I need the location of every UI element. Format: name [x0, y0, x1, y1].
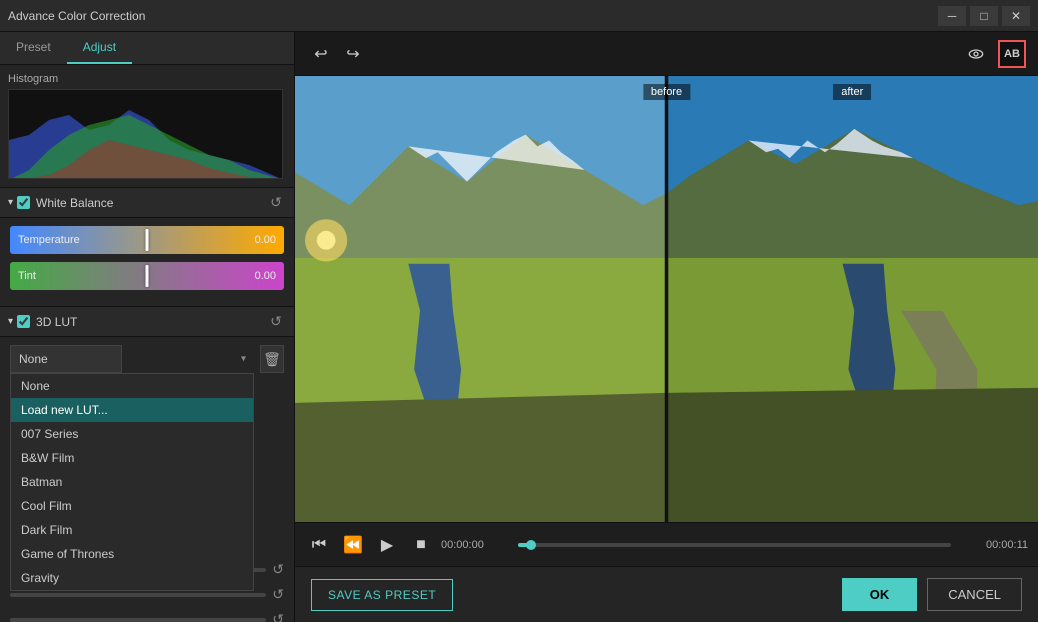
extra-reset-1[interactable]: ↺ — [272, 561, 284, 578]
menu-item-cool[interactable]: Cool Film — [11, 494, 253, 518]
white-balance-header: ▾ White Balance ↺ — [0, 187, 294, 218]
extra-reset-3[interactable]: ↺ — [272, 611, 284, 622]
after-label: after — [833, 84, 871, 100]
histogram-section: Histogram — [0, 65, 294, 187]
slider-container: Temperature 0.00 Tint 0.00 — [0, 218, 294, 306]
lut-section: None Load new LUT... 007 Series B&W Film… — [0, 337, 294, 381]
video-preview: before after — [295, 76, 1038, 522]
menu-item-dark[interactable]: Dark Film — [11, 518, 253, 542]
cancel-button[interactable]: CANCEL — [927, 578, 1022, 611]
menu-item-007[interactable]: 007 Series — [11, 422, 253, 446]
titlebar: Advance Color Correction ─ □ ✕ — [0, 0, 1038, 32]
eye-button[interactable] — [962, 40, 990, 68]
tint-track[interactable] — [10, 262, 284, 290]
maximize-button[interactable]: □ — [970, 6, 998, 26]
tint-thumb[interactable] — [146, 265, 149, 287]
menu-item-none[interactable]: None — [11, 374, 253, 398]
transport-bar: ⏮ ⏪ ▶ ■ 00:00:00 00:00:11 — [295, 522, 1038, 566]
time-start: 00:00:00 — [441, 539, 506, 551]
minimize-button[interactable]: ─ — [938, 6, 966, 26]
main-layout: Preset Adjust Histogram ▾ White Balance — [0, 32, 1038, 622]
play-button[interactable]: ▶ — [373, 531, 401, 559]
lut-dropdown[interactable]: None Load new LUT... 007 Series B&W Film… — [10, 345, 122, 373]
white-balance-checkbox[interactable] — [17, 196, 30, 209]
tab-adjust[interactable]: Adjust — [67, 32, 132, 64]
action-buttons-group: OK CANCEL — [842, 578, 1022, 611]
extra-reset-2[interactable]: ↺ — [272, 586, 284, 603]
skip-back-button[interactable]: ⏮ — [305, 531, 333, 559]
preview-toolbar: ↩ ↪ AB — [295, 32, 1038, 76]
time-end: 00:00:11 — [963, 539, 1028, 551]
tint-slider-row[interactable]: Tint 0.00 — [10, 262, 284, 290]
eye-icon — [968, 46, 984, 62]
menu-item-load[interactable]: Load new LUT... — [11, 398, 253, 422]
undo-redo-group: ↩ ↪ — [307, 40, 367, 68]
menu-item-bw[interactable]: B&W Film — [11, 446, 253, 470]
temperature-track[interactable] — [10, 226, 284, 254]
progress-bar[interactable] — [518, 543, 951, 547]
preview-svg — [295, 76, 1038, 522]
ok-button[interactable]: OK — [842, 578, 918, 611]
action-bar: SAVE AS PRESET OK CANCEL — [295, 566, 1038, 622]
tab-preset[interactable]: Preset — [0, 32, 67, 64]
lut-dropdown-row: None Load new LUT... 007 Series B&W Film… — [10, 345, 284, 373]
stop-button[interactable]: ■ — [407, 531, 435, 559]
undo-button[interactable]: ↩ — [307, 40, 335, 68]
histogram-label: Histogram — [8, 73, 286, 85]
dropdown-arrow-icon: ▾ — [241, 354, 246, 365]
close-button[interactable]: ✕ — [1002, 6, 1030, 26]
menu-item-gravity[interactable]: Gravity — [11, 566, 253, 590]
white-balance-title: White Balance — [36, 196, 266, 210]
tabs: Preset Adjust — [0, 32, 294, 65]
menu-item-batman[interactable]: Batman — [11, 470, 253, 494]
temperature-slider-row[interactable]: Temperature 0.00 — [10, 226, 284, 254]
before-label: before — [643, 84, 690, 100]
lut-chevron[interactable]: ▾ — [8, 316, 13, 327]
lut-dropdown-menu: None Load new LUT... 007 Series B&W Film… — [10, 373, 254, 591]
save-preset-button[interactable]: SAVE AS PRESET — [311, 579, 453, 611]
window-controls: ─ □ ✕ — [938, 6, 1030, 26]
white-balance-chevron[interactable]: ▾ — [8, 197, 13, 208]
white-balance-reset-icon[interactable]: ↺ — [266, 194, 286, 211]
progress-thumb[interactable] — [526, 540, 536, 550]
left-panel: Preset Adjust Histogram ▾ White Balance — [0, 32, 295, 622]
histogram-chart — [9, 90, 283, 179]
redo-button[interactable]: ↪ — [339, 40, 367, 68]
right-panel: ↩ ↪ AB — [295, 32, 1038, 622]
extra-track-2 — [10, 593, 266, 597]
app-title: Advance Color Correction — [8, 9, 938, 23]
step-back-button[interactable]: ⏪ — [339, 531, 367, 559]
lut-header: ▾ 3D LUT ↺ — [0, 306, 294, 337]
lut-checkbox[interactable] — [17, 315, 30, 328]
extra-track-3 — [10, 618, 266, 622]
ab-button[interactable]: AB — [998, 40, 1026, 68]
lut-reset-icon[interactable]: ↺ — [266, 313, 286, 330]
menu-item-got[interactable]: Game of Thrones — [11, 542, 253, 566]
lut-delete-button[interactable]: 🗑 — [260, 345, 284, 373]
lut-title: 3D LUT — [36, 315, 266, 329]
lut-dropdown-wrapper: None Load new LUT... 007 Series B&W Film… — [10, 345, 254, 373]
preview-container: before after — [295, 76, 1038, 522]
extra-slider-3: ↺ — [10, 611, 284, 622]
temperature-thumb[interactable] — [146, 229, 149, 251]
histogram-canvas — [8, 89, 283, 179]
